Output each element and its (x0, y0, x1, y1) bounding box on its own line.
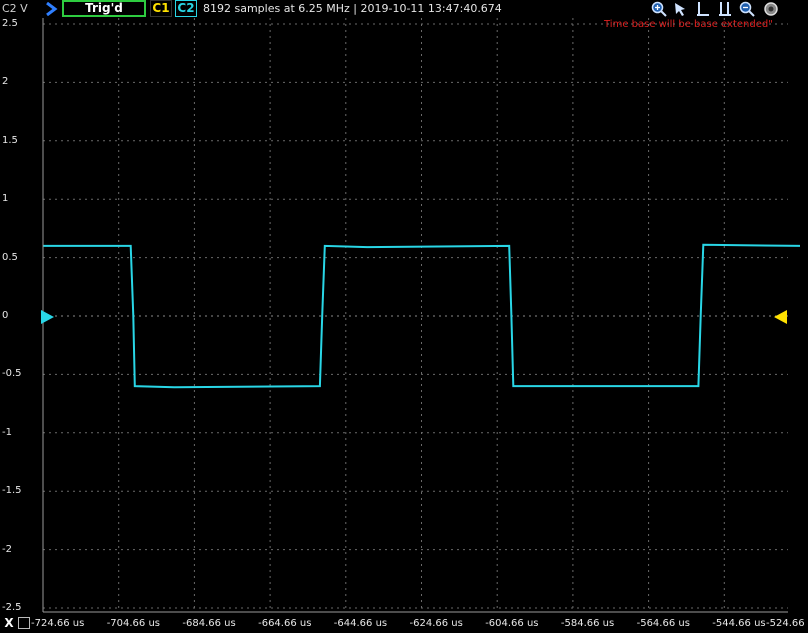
x-tick-label: -684.66 us (182, 618, 236, 629)
x-tick-label: -704.66 us (106, 618, 161, 629)
x-tick-label: -644.66 us (333, 618, 388, 629)
x-tick-label: -524.66 u (766, 618, 808, 629)
x-tick-label: -724.66 us (31, 618, 85, 629)
x-tick-label: -624.66 us (409, 618, 463, 629)
x-tick-label: -604.66 us (485, 618, 539, 629)
x-tick-label: -564.66 us (636, 618, 690, 629)
x-axis-checkbox[interactable] (18, 617, 30, 629)
scope-window: { "toolbar": { "channel_unit": "C2 V", "… (0, 0, 808, 633)
x-tick-label: -664.66 us (258, 618, 312, 629)
channel2-offset-marker-icon[interactable] (41, 310, 54, 324)
grid (42, 18, 788, 612)
trigger-level-marker-icon[interactable] (774, 310, 787, 324)
x-tick-label: -584.66 us (560, 618, 615, 629)
scope-plot[interactable] (0, 0, 808, 633)
x-axis-button[interactable]: X (0, 615, 18, 632)
x-tick-label: -544.66 us (712, 618, 766, 629)
